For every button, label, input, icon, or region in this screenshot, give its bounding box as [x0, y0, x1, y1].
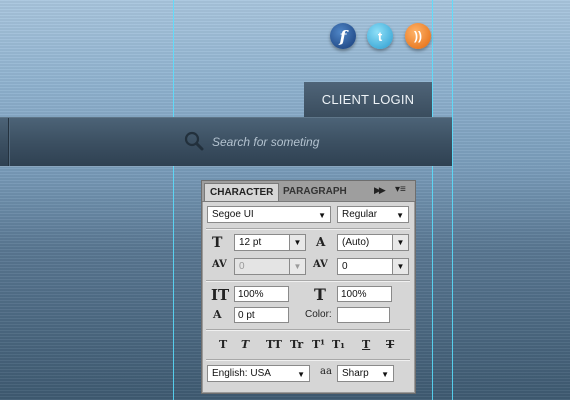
search-input[interactable]: [210, 126, 424, 158]
antialias-select[interactable]: Sharp ▼: [337, 365, 394, 382]
language-select[interactable]: English: USA ▼: [207, 365, 310, 382]
font-size-value: 12 pt: [239, 237, 262, 248]
kerning-value: 0: [239, 261, 245, 272]
baseline-shift-icon: A: [213, 308, 222, 321]
chevron-down-icon: ▼: [392, 259, 408, 274]
chevron-down-icon: ▼: [392, 235, 408, 250]
chevron-down-icon: ▼: [318, 211, 326, 220]
baseline-shift-input[interactable]: 0 pt: [234, 307, 289, 323]
superscript-button[interactable]: T¹: [312, 338, 325, 351]
twitter-icon[interactable]: t: [367, 23, 393, 49]
leading-icon: A: [316, 235, 326, 249]
language-value: English: USA: [212, 368, 271, 379]
font-family-select[interactable]: Segoe UI ▼: [207, 206, 331, 223]
subscript-button[interactable]: T₁: [332, 338, 345, 351]
rss-icon[interactable]: )): [405, 23, 431, 49]
character-panel: CHARACTER PARAGRAPH ▶▶ ▾≡ Segoe UI ▼ Reg…: [201, 180, 416, 394]
chevron-down-icon: ▼: [289, 235, 305, 250]
chevron-down-icon: ▼: [289, 259, 305, 274]
search-icon: [184, 131, 204, 151]
twitter-glyph: t: [377, 28, 383, 44]
underline-button[interactable]: T: [362, 338, 370, 351]
guide-line: [452, 0, 453, 400]
all-caps-button[interactable]: TT: [266, 338, 282, 351]
faux-bold-button[interactable]: T: [219, 338, 227, 351]
font-family-value: Segoe UI: [212, 209, 254, 220]
color-swatch[interactable]: [337, 307, 390, 323]
strikethrough-button[interactable]: T: [386, 338, 394, 351]
font-style-select[interactable]: Regular ▼: [337, 206, 409, 223]
chevron-down-icon: ▼: [396, 211, 404, 220]
rss-glyph: )): [414, 29, 422, 43]
guide-line: [432, 0, 433, 400]
panel-tab-bar: CHARACTER PARAGRAPH ▶▶ ▾≡: [202, 181, 415, 202]
tab-character[interactable]: CHARACTER: [204, 183, 280, 201]
divider: [206, 329, 410, 330]
horizontal-scale-input[interactable]: 100%: [337, 286, 392, 302]
divider: [206, 228, 410, 229]
font-size-select[interactable]: 12 pt ▼: [234, 234, 306, 251]
tab-paragraph[interactable]: PARAGRAPH: [278, 183, 352, 200]
kerning-select[interactable]: 0 ▼: [234, 258, 306, 275]
tracking-value: 0: [342, 261, 348, 272]
horizontal-scale-icon: T: [314, 285, 326, 304]
nav-divider: [8, 118, 9, 166]
vertical-scale-input[interactable]: 100%: [234, 286, 289, 302]
client-login-button[interactable]: CLIENT LOGIN: [304, 82, 432, 117]
divider: [206, 280, 410, 281]
antialias-icon: aa: [320, 366, 332, 377]
small-caps-button[interactable]: Tr: [290, 338, 303, 351]
tracking-select[interactable]: 0 ▼: [337, 258, 409, 275]
leading-value: (Auto): [342, 237, 370, 248]
expand-icon[interactable]: ▶▶: [374, 185, 386, 196]
leading-select[interactable]: (Auto) ▼: [337, 234, 409, 251]
antialias-value: Sharp: [342, 368, 369, 379]
color-label: Color:: [305, 309, 332, 320]
facebook-icon[interactable]: f: [330, 23, 356, 49]
chevron-down-icon: ▼: [381, 370, 389, 379]
tracking-icon: AV: [313, 259, 328, 270]
panel-menu-icon[interactable]: ▾≡: [395, 184, 406, 195]
chevron-down-icon: ▼: [297, 370, 305, 379]
vertical-scale-icon: IT: [211, 286, 230, 304]
facebook-glyph: f: [339, 26, 347, 46]
font-size-icon: T: [212, 235, 223, 251]
divider: [206, 359, 410, 360]
font-style-value: Regular: [342, 209, 378, 220]
kerning-icon: AV: [212, 259, 227, 270]
guide-line: [173, 0, 174, 400]
faux-italic-button[interactable]: T: [241, 338, 249, 351]
